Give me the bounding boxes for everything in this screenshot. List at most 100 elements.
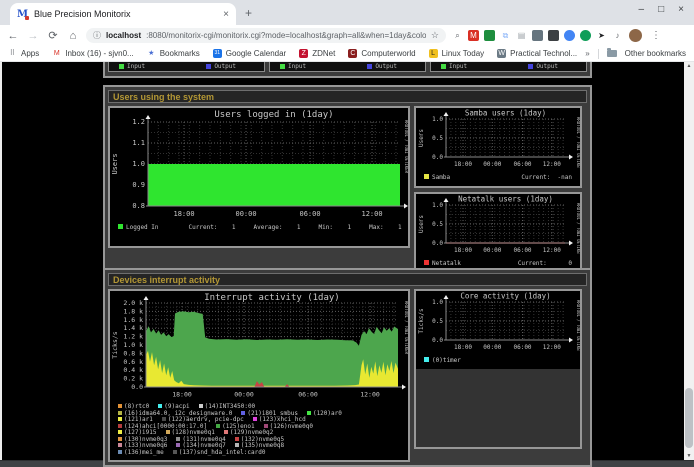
svg-text:Netatalk users (1day): Netatalk users (1day) bbox=[458, 195, 553, 204]
back-icon[interactable]: ← bbox=[6, 30, 20, 42]
svg-text:06:00: 06:00 bbox=[299, 210, 320, 218]
svg-text:1.4 k: 1.4 k bbox=[123, 324, 143, 332]
network-mini-graph[interactable]: Input Output bbox=[430, 62, 587, 72]
network-mini-graphs: InputOutputInputOutputInputOutput bbox=[108, 62, 587, 72]
svg-text:0.6 k: 0.6 k bbox=[123, 358, 143, 366]
bookmark-star-icon[interactable]: ☆ bbox=[431, 30, 439, 41]
svg-text:0.0: 0.0 bbox=[432, 154, 443, 161]
svg-text:06:00: 06:00 bbox=[513, 344, 531, 351]
svg-text:18:00: 18:00 bbox=[454, 161, 472, 168]
bookmark-item[interactable]: ZZDNet bbox=[299, 49, 335, 58]
output-legend: Output bbox=[528, 63, 558, 70]
browser-menu-icon[interactable]: ⋮ bbox=[648, 30, 664, 41]
svg-text:0.5: 0.5 bbox=[432, 135, 443, 142]
svg-text:0.9: 0.9 bbox=[132, 181, 145, 189]
maximize-icon[interactable]: □ bbox=[658, 4, 664, 15]
svg-text:12:00: 12:00 bbox=[360, 391, 380, 399]
input-swatch-icon bbox=[119, 64, 124, 69]
media-controls-icon[interactable]: ♪ bbox=[612, 30, 623, 41]
copy-icon[interactable]: ⧉ bbox=[500, 30, 511, 41]
legend-swatch-icon bbox=[216, 424, 220, 428]
close-icon[interactable]: × bbox=[678, 4, 684, 15]
scroll-down-icon[interactable]: ▼ bbox=[684, 453, 694, 459]
profile-avatar[interactable] bbox=[629, 29, 642, 42]
svg-text:Users: Users bbox=[111, 153, 119, 174]
page-info-icon[interactable]: ⓘ bbox=[93, 30, 101, 41]
green-circle-icon[interactable] bbox=[580, 30, 591, 41]
tab-close-icon[interactable]: × bbox=[223, 9, 229, 20]
interrupt-section-title: Devices interrupt activity bbox=[108, 273, 587, 286]
graph-legend: SambaCurrent: -nan bbox=[416, 173, 580, 184]
svg-text:Users: Users bbox=[418, 215, 425, 233]
apps-grid-icon: ⠿ bbox=[8, 49, 17, 58]
scrollbar-thumb[interactable] bbox=[685, 388, 693, 448]
bookmark-item[interactable]: LLinux Today bbox=[429, 49, 485, 58]
url-input[interactable]: ⓘ localhost :8080/monitorix-cgi/monitori… bbox=[86, 28, 446, 43]
bookmark-item[interactable]: MInbox (16) - sjvn0... bbox=[52, 49, 133, 58]
bookmark-item[interactable]: CComputerworld bbox=[348, 49, 415, 58]
svg-text:12:00: 12:00 bbox=[543, 161, 561, 168]
svg-text:1.2: 1.2 bbox=[132, 118, 145, 126]
square-icon[interactable] bbox=[548, 30, 559, 41]
svg-text:RRDTOOL / TOBI OETIKER: RRDTOOL / TOBI OETIKER bbox=[576, 203, 580, 254]
monitorix-page: InputOutputInputOutputInputOutput Users … bbox=[0, 62, 694, 460]
forward-icon[interactable]: → bbox=[26, 30, 40, 42]
output-swatch-icon bbox=[528, 64, 533, 69]
globe-icon[interactable] bbox=[484, 30, 495, 41]
svg-text:RRDTOOL / TOBI OETIKER: RRDTOOL / TOBI OETIKER bbox=[404, 301, 408, 355]
output-swatch-icon bbox=[206, 64, 211, 69]
other-bookmarks-button[interactable]: Other bookmarks bbox=[625, 49, 686, 58]
bookmark-item[interactable]: 31Google Calendar bbox=[213, 49, 286, 58]
pin-icon[interactable]: ➤ bbox=[596, 30, 607, 41]
legend-swatch-icon bbox=[118, 224, 123, 229]
bookmarks-separator bbox=[598, 49, 599, 59]
minimize-icon[interactable]: – bbox=[639, 4, 645, 15]
svg-text:18:00: 18:00 bbox=[173, 210, 194, 218]
network-mini-graph[interactable]: InputOutput bbox=[108, 62, 265, 72]
reload-icon[interactable]: ⟳ bbox=[46, 29, 60, 42]
svg-text:0.5: 0.5 bbox=[432, 221, 443, 228]
new-tab-button[interactable]: + bbox=[245, 6, 252, 20]
bookmark-label: Inbox (16) - sjvn0... bbox=[65, 49, 133, 58]
legend-swatch-icon bbox=[424, 357, 429, 362]
scroll-up-icon[interactable]: ▲ bbox=[684, 63, 694, 69]
svg-text:0.0: 0.0 bbox=[432, 240, 443, 247]
legend-swatch-icon bbox=[118, 450, 122, 454]
samba-users-cell: 0.00.51.018:0000:0006:0012:00Samba users… bbox=[414, 106, 582, 188]
bookmark-item[interactable]: ⠿Apps bbox=[8, 49, 39, 58]
input-legend: Input bbox=[280, 63, 306, 70]
interrupt-activity-graph[interactable]: 0.00.2 k0.4 k0.6 k0.8 k1.0 k1.2 k1.4 k1.… bbox=[110, 291, 408, 460]
network-section-partial: InputOutputInputOutputInputOutput bbox=[103, 62, 592, 78]
core-activity-graph[interactable]: 0.00.51.018:0000:0006:0012:00Core activi… bbox=[416, 291, 580, 369]
legend-entry: (136)mei_me bbox=[118, 450, 164, 457]
svg-text:1.8 k: 1.8 k bbox=[123, 307, 143, 315]
svg-text:RRDTOOL / TOBI OETIKER: RRDTOOL / TOBI OETIKER bbox=[576, 300, 580, 351]
legend-entry: Samba bbox=[424, 174, 450, 181]
legend-swatch-icon bbox=[241, 411, 245, 415]
home-icon[interactable]: ⌂ bbox=[66, 30, 80, 42]
bookmark-item[interactable]: WPractical Technol... bbox=[497, 49, 577, 58]
bookmark-item[interactable]: ★Bookmarks bbox=[147, 49, 200, 58]
input-legend: Input bbox=[441, 63, 467, 70]
search-icon[interactable]: ⌕ bbox=[452, 30, 463, 41]
legend-swatch-icon bbox=[158, 404, 162, 408]
network-mini-graph[interactable]: Input Output bbox=[269, 62, 426, 72]
page-icon[interactable]: ▤ bbox=[516, 30, 527, 41]
samba-users-graph[interactable]: 0.00.51.018:0000:0006:0012:00Samba users… bbox=[416, 108, 580, 186]
blue-circle-icon[interactable] bbox=[564, 30, 575, 41]
legend-stats: Current: 0 bbox=[518, 260, 572, 267]
page-scrollbar[interactable]: ▲ ▼ bbox=[684, 62, 694, 460]
legend-swatch-icon bbox=[173, 450, 177, 454]
browser-tab[interactable]: M Blue Precision Monitorix × bbox=[10, 3, 236, 25]
output-legend: Output bbox=[367, 63, 397, 70]
legend-swatch-icon bbox=[307, 411, 311, 415]
users-logged-in-graph[interactable]: 0.80.91.01.11.218:0000:0006:0012:00Users… bbox=[110, 108, 408, 246]
gmail-icon[interactable]: M bbox=[468, 30, 479, 41]
netatalk-users-graph[interactable]: 0.00.51.018:0000:0006:0012:00Netatalk us… bbox=[416, 194, 580, 272]
legend-swatch-icon bbox=[264, 424, 268, 428]
bookmarks-overflow-icon[interactable]: » bbox=[585, 49, 589, 58]
eye-icon[interactable] bbox=[532, 30, 543, 41]
svg-text:18:00: 18:00 bbox=[454, 344, 472, 351]
svg-text:1.0: 1.0 bbox=[432, 116, 443, 123]
extension-icons: ⌕ M ⧉ ▤ ➤ ♪ bbox=[452, 30, 623, 41]
